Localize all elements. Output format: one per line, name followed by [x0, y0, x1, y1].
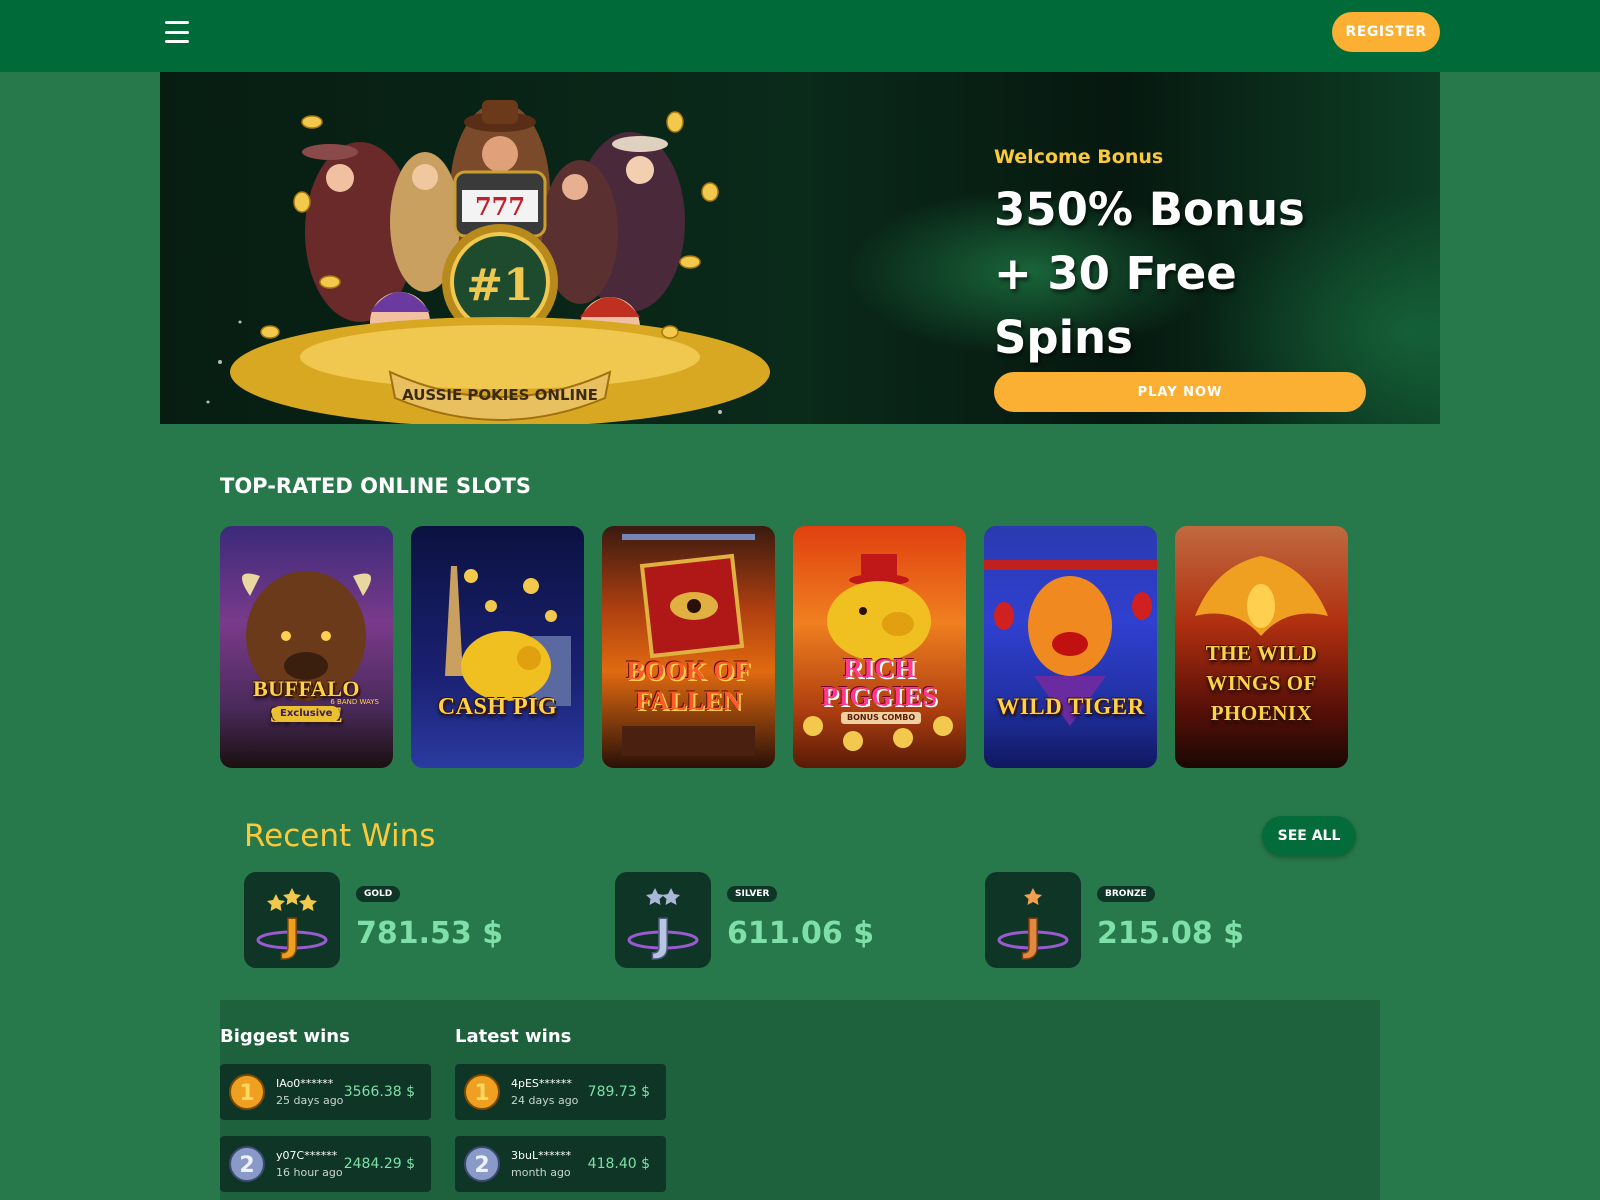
podium-bronze: J BRONZE 215.08 $	[985, 872, 1315, 968]
slot-title: WILD TIGER	[996, 694, 1145, 719]
win-username: 4pES******	[511, 1077, 572, 1090]
hamburger-menu-icon[interactable]	[165, 21, 189, 43]
gold-medal-icon: 1	[229, 1074, 265, 1110]
slot-card-wild-tiger[interactable]: WILD TIGER	[984, 526, 1157, 768]
wins-panel: Biggest wins Latest wins 1 IAo0****** 25…	[220, 1000, 1380, 1200]
exclusive-badge: Exclusive	[272, 706, 341, 722]
rich-piggies-illustration	[803, 554, 953, 751]
bonus-line-2: + 30 Free Spins	[994, 247, 1237, 364]
slot-card-buffalo-space[interactable]: BUFFALO SPACE Exclusive 6 BAND WAYS	[220, 526, 393, 768]
svg-text:1: 1	[474, 1081, 489, 1106]
book-of-fallen-illustration	[622, 534, 755, 756]
win-username: 3buL******	[511, 1149, 572, 1162]
buffalo-illustration	[242, 571, 371, 701]
register-button[interactable]: REGISTER	[1332, 12, 1440, 52]
tier-tag: SILVER	[727, 886, 778, 902]
bronze-trophy-icon: J	[985, 872, 1081, 968]
logo-text: AUSSIE POKIES ONLINE	[402, 386, 598, 404]
win-username: y07C******	[276, 1149, 338, 1162]
top-header: REGISTER	[0, 0, 1600, 72]
slot-title: CASH PIG	[437, 694, 558, 720]
win-amount: 789.73 $	[587, 1084, 650, 1100]
slot-card-wild-wings-of-phoenix[interactable]: THE WILD WINGS OF PHOENIX	[1175, 526, 1348, 768]
gold-trophy-icon: J	[244, 872, 340, 968]
welcome-bonus-label: Welcome Bonus	[994, 146, 1164, 168]
tier-tag: BRONZE	[1097, 886, 1155, 902]
latest-wins-title: Latest wins	[455, 1026, 572, 1047]
win-amount: 418.40 $	[587, 1156, 650, 1172]
svg-text:J: J	[281, 910, 300, 961]
slot-subtitle: 6 BAND WAYS	[330, 698, 379, 706]
slot-title: THE WILD WINGS OF PHOENIX	[1205, 641, 1318, 725]
slot-title: BOOK OF FALLEN	[626, 656, 751, 715]
slot-card-cash-pig[interactable]: CASH PIG	[411, 526, 584, 768]
win-time: 25 days ago	[276, 1094, 344, 1107]
silver-medal-icon: 2	[229, 1146, 265, 1182]
hero-promo: Welcome Bonus 350% Bonus + 30 Free Spins…	[994, 146, 1374, 412]
slot-subtitle: BONUS COMBO	[841, 712, 922, 724]
casino-characters-illustration: 777 #1 AUSSIE POKIES ONLINE	[206, 100, 770, 424]
win-amount: 611.06 $	[727, 916, 875, 951]
biggest-wins-title: Biggest wins	[220, 1026, 350, 1047]
win-amount: 3566.38 $	[343, 1084, 415, 1100]
win-time: month ago	[511, 1166, 571, 1179]
slot-card-rich-piggies[interactable]: RICH PIGGIES BONUS COMBO	[793, 526, 966, 768]
win-amount: 2484.29 $	[343, 1156, 415, 1172]
svg-text:J: J	[1022, 910, 1041, 961]
win-amount: 781.53 $	[356, 916, 504, 951]
podium-silver: J SILVER 611.06 $	[615, 872, 945, 968]
win-time: 16 hour ago	[276, 1166, 343, 1179]
win-time: 24 days ago	[511, 1094, 579, 1107]
reel-text: 777	[475, 192, 525, 221]
silver-trophy-icon: J	[615, 872, 711, 968]
recent-wins-title: Recent Wins	[244, 818, 436, 854]
play-now-button[interactable]: PLAY NOW	[994, 372, 1366, 412]
win-username: IAo0******	[276, 1077, 334, 1090]
svg-text:1: 1	[239, 1081, 254, 1106]
cash-pig-illustration	[445, 566, 571, 706]
slots-carousel: BUFFALO SPACE Exclusive 6 BAND WAYS CASH…	[220, 526, 1350, 768]
bonus-title: 350% Bonus + 30 Free Spins	[994, 178, 1374, 370]
see-all-button[interactable]: SEE ALL	[1262, 816, 1356, 856]
slot-card-book-of-fallen[interactable]: BOOK OF FALLEN	[602, 526, 775, 768]
latest-win-row[interactable]: 1 4pES****** 24 days ago 789.73 $	[455, 1064, 666, 1120]
silver-medal-icon: 2	[464, 1146, 500, 1182]
bonus-line-1: 350% Bonus	[994, 183, 1305, 236]
gold-medal-icon: 1	[464, 1074, 500, 1110]
slot-title: RICH PIGGIES	[821, 653, 938, 711]
svg-text:2: 2	[239, 1153, 254, 1178]
wild-tiger-illustration	[984, 560, 1157, 726]
latest-win-row[interactable]: 2 3buL****** month ago 418.40 $	[455, 1136, 666, 1192]
top-rated-slots-title: TOP-RATED ONLINE SLOTS	[220, 474, 532, 498]
tier-tag: GOLD	[356, 886, 401, 902]
podium-gold: J GOLD 781.53 $	[244, 872, 574, 968]
rank-text: #1	[466, 260, 533, 311]
hero-banner: 777 #1 AUSSIE POKIES ONLINE Welcome Bonu…	[160, 72, 1440, 424]
svg-text:J: J	[652, 910, 671, 961]
svg-text:2: 2	[474, 1153, 489, 1178]
biggest-win-row[interactable]: 1 IAo0****** 25 days ago 3566.38 $	[220, 1064, 431, 1120]
win-amount: 215.08 $	[1097, 916, 1245, 951]
biggest-win-row[interactable]: 2 y07C****** 16 hour ago 2484.29 $	[220, 1136, 431, 1192]
